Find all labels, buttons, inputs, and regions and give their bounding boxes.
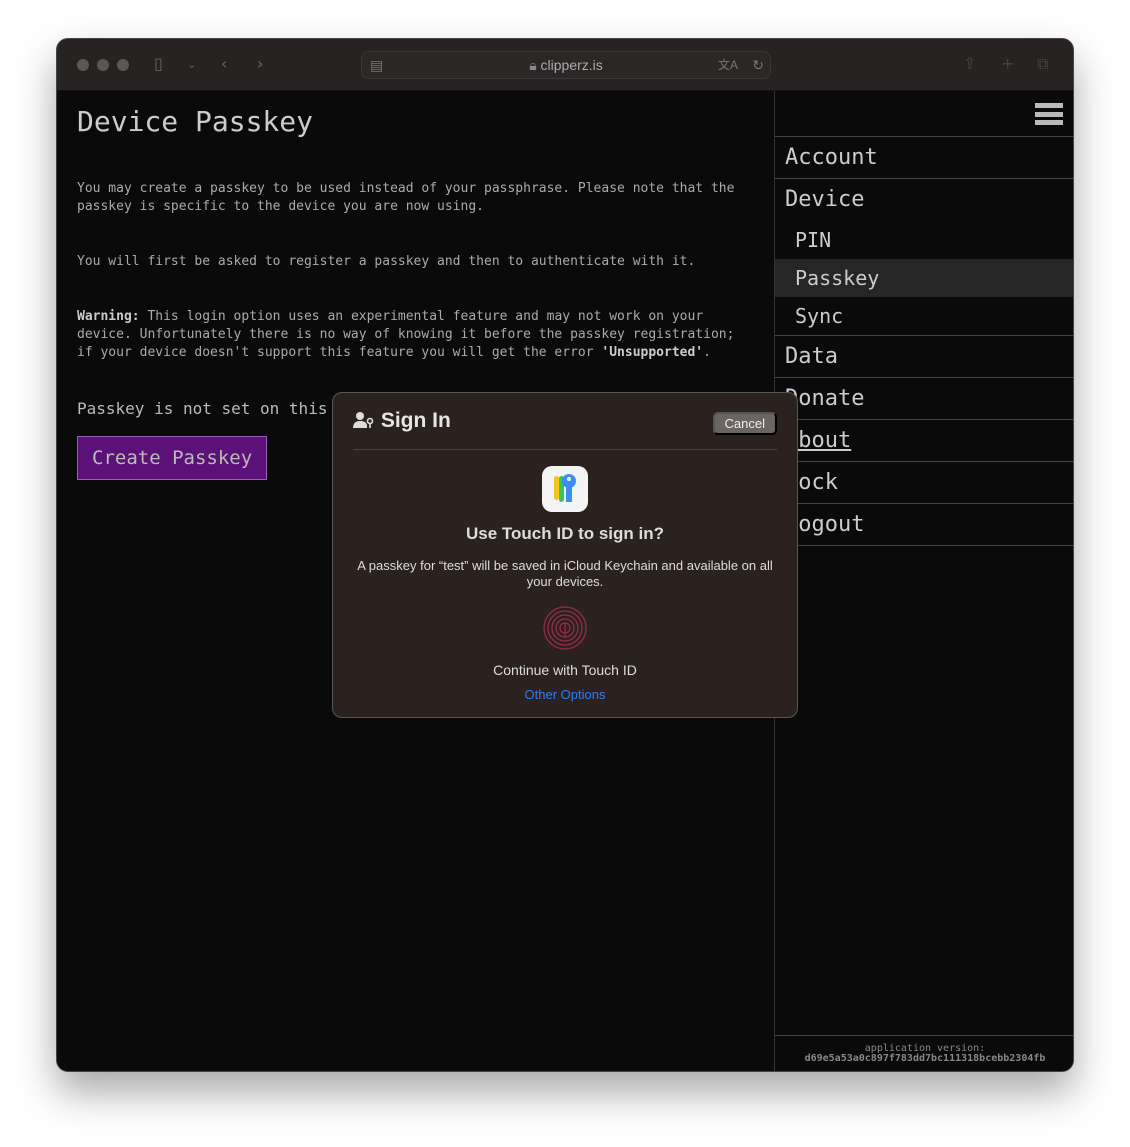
error-name: 'Unsupported': [601, 345, 704, 360]
tabs-icon[interactable]: ⧉: [1037, 54, 1048, 74]
dialog-description: A passkey for “test” will be saved in iC…: [357, 558, 773, 589]
page-menu-icon[interactable]: ▤: [370, 52, 383, 78]
warning-text: Warning: This login option uses an exper…: [77, 308, 754, 362]
reload-icon[interactable]: ↻: [752, 52, 764, 78]
sidebar-icon[interactable]: ▯: [154, 54, 163, 73]
divider: [353, 449, 777, 450]
sidebar-item-account[interactable]: Account: [775, 137, 1073, 179]
dialog-title: Sign In: [380, 409, 451, 432]
forward-icon[interactable]: ›: [257, 54, 263, 73]
sidebar-item-lock[interactable]: Lock: [775, 462, 1073, 504]
dialog-header: Sign In: [353, 409, 451, 433]
address-bar[interactable]: ▤ 🔒︎ clipperz.is 文A ↻: [361, 51, 771, 79]
page-title: Device Passkey: [77, 105, 314, 138]
lock-icon: 🔒︎: [529, 57, 537, 73]
sidebar-item-logout[interactable]: Logout: [775, 504, 1073, 546]
sidebar: Account Device PIN Passkey Sync Data Don…: [774, 91, 1073, 1071]
sidebar-item-data[interactable]: Data: [775, 336, 1073, 378]
back-icon[interactable]: ‹: [221, 54, 227, 73]
zoom-window-button[interactable]: [117, 59, 129, 71]
other-options-link[interactable]: Other Options: [333, 687, 797, 702]
close-window-button[interactable]: [77, 59, 89, 71]
sidebar-item-sync[interactable]: Sync: [775, 297, 1073, 335]
passkey-sign-in-dialog: Sign In Cancel Use Touch ID to sign in? …: [332, 392, 798, 718]
sidebar-item-pin[interactable]: PIN: [775, 221, 1073, 259]
sidebar-item-donate[interactable]: Donate: [775, 378, 1073, 420]
warning-end: .: [703, 345, 711, 360]
sidebar-item-passkey[interactable]: Passkey: [775, 259, 1073, 297]
url-text: clipperz.is: [540, 57, 603, 73]
instructions-text: You will first be asked to register a pa…: [77, 254, 696, 269]
share-icon[interactable]: ⇪: [963, 54, 976, 73]
app-version: application version: d69e5a53a0c897f783d…: [775, 1035, 1073, 1071]
fingerprint-icon[interactable]: [542, 605, 588, 651]
translate-icon[interactable]: 文A: [718, 52, 738, 78]
create-passkey-button[interactable]: Create Passkey: [77, 436, 268, 480]
warning-label: Warning:: [77, 309, 140, 324]
sidebar-menu: Account Device PIN Passkey Sync Data Don…: [775, 136, 1073, 546]
cancel-button[interactable]: Cancel: [712, 412, 777, 435]
dialog-question: Use Touch ID to sign in?: [465, 524, 664, 543]
new-tab-icon[interactable]: +: [1001, 54, 1014, 73]
title-bar: ▯ ⌄ ‹ › ▤ 🔒︎ clipperz.is 文A ↻ ⇪ + ⧉: [57, 39, 1073, 91]
minimize-window-button[interactable]: [97, 59, 109, 71]
sidebar-item-device[interactable]: Device: [775, 179, 1073, 221]
version-hash: d69e5a53a0c897f783dd7bc111318bcebb2304fb: [804, 1053, 1046, 1064]
chevron-down-icon[interactable]: ⌄: [187, 58, 196, 71]
person-key-icon: [353, 412, 374, 428]
intro-text: You may create a passkey to be used inst…: [77, 181, 735, 214]
passwords-app-icon: [542, 466, 588, 512]
hamburger-menu-icon[interactable]: [1035, 103, 1063, 125]
continue-touch-id[interactable]: Continue with Touch ID: [333, 662, 797, 678]
